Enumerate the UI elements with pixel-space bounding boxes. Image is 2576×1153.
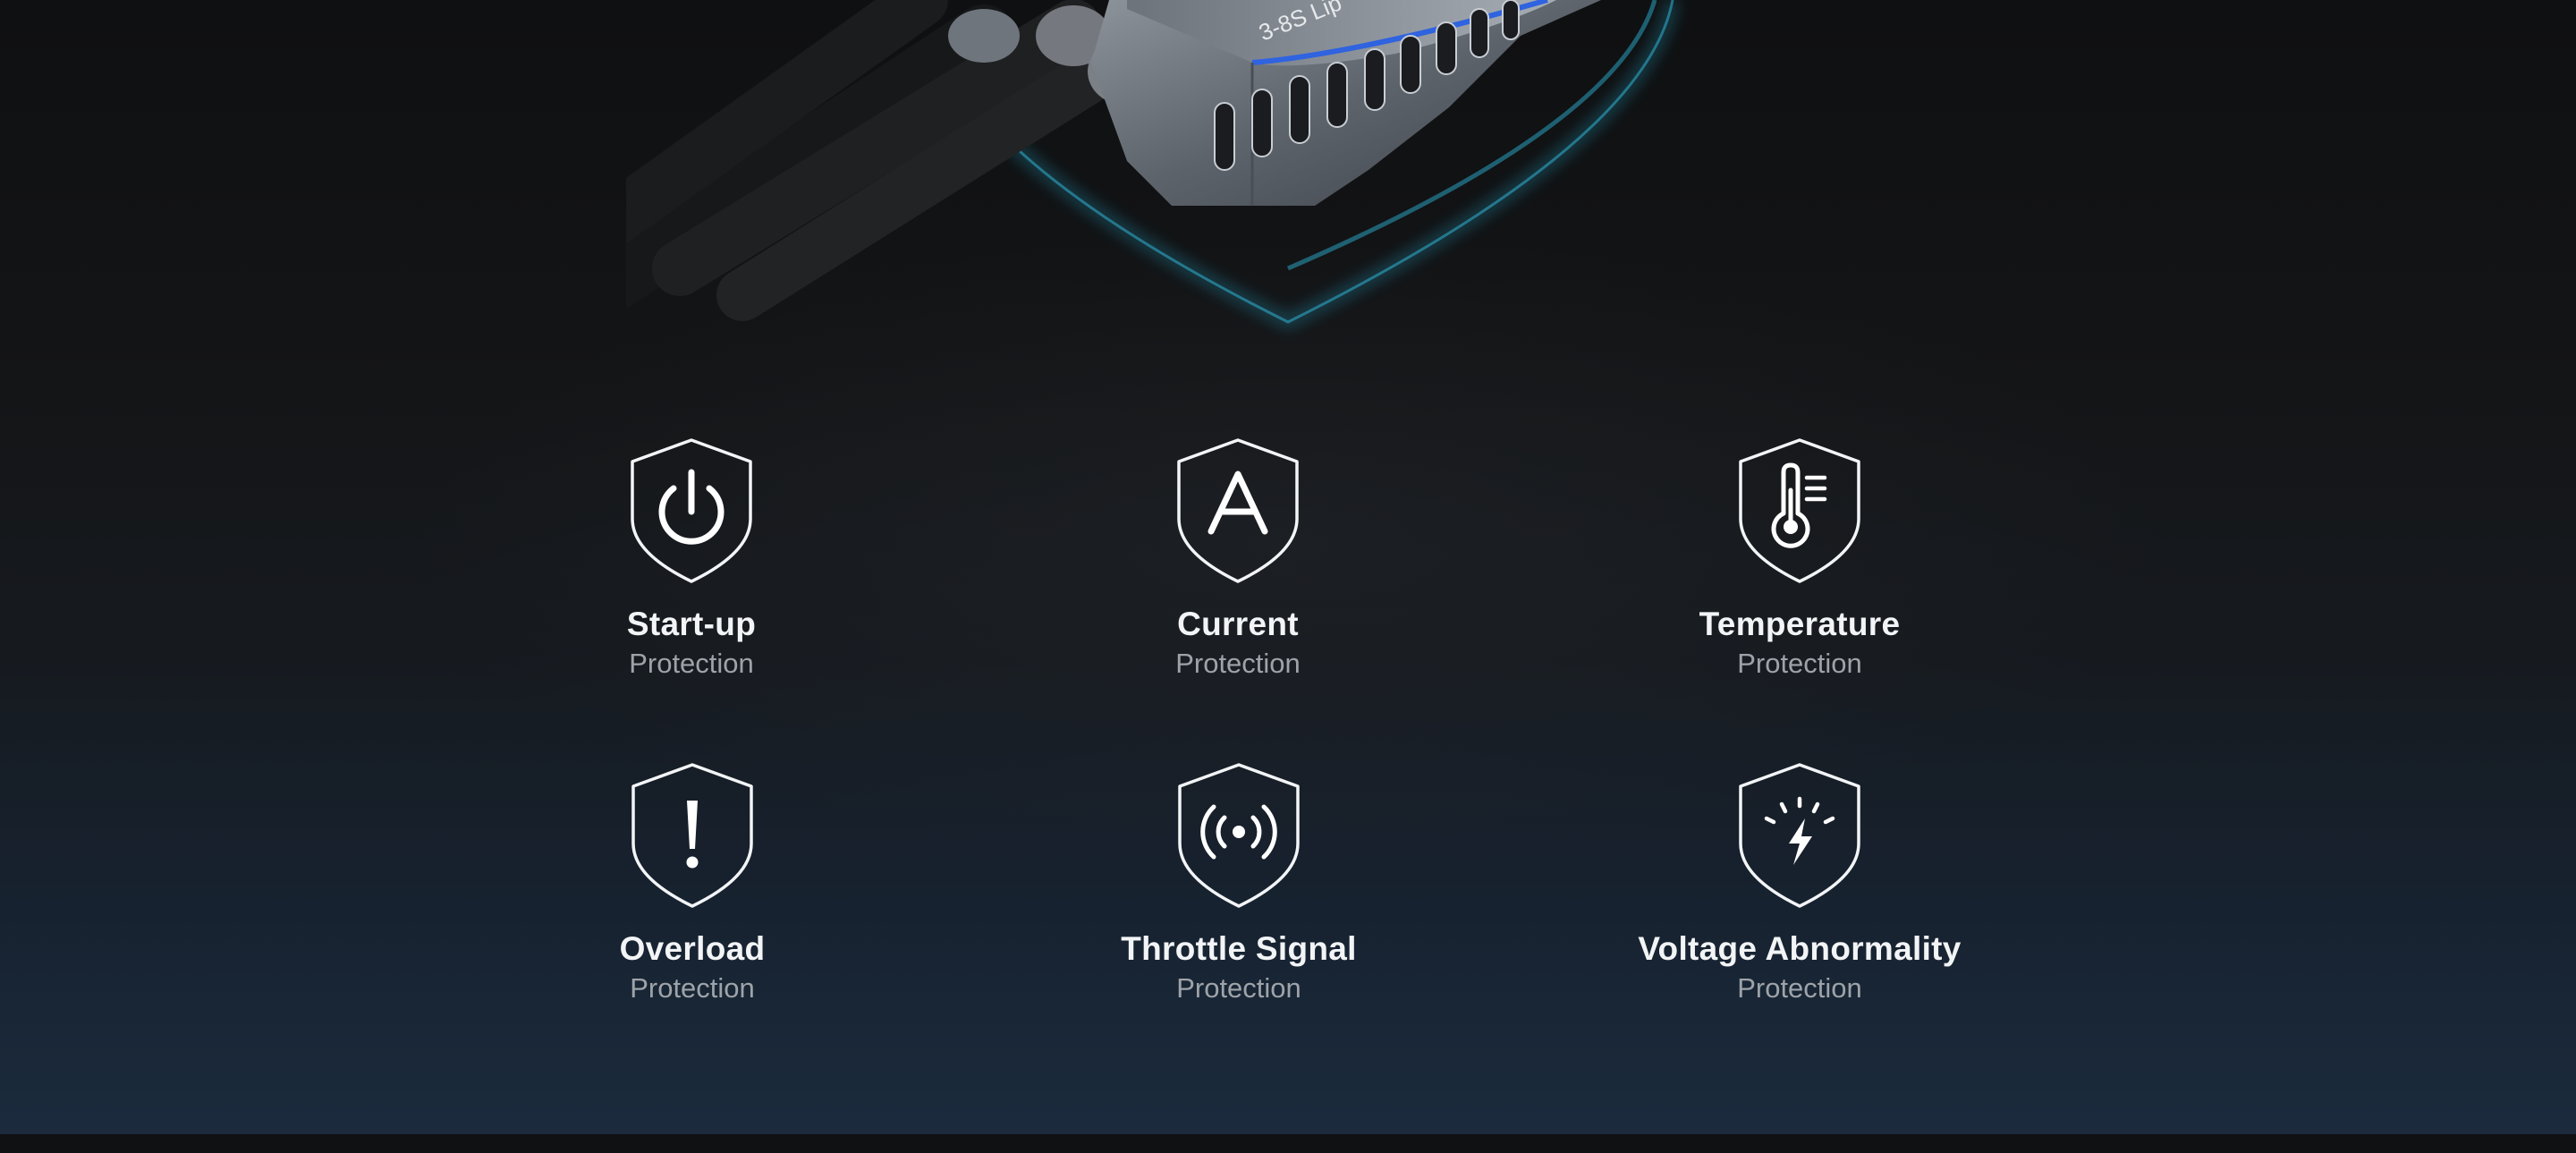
esc-cables [626,0,1166,321]
feature-subtitle: Protection [1737,648,1862,679]
feature-subtitle: Protection [1737,972,1862,1004]
thermometer-icon [1739,438,1860,583]
feature-subtitle: Protection [1175,648,1301,679]
esc-product-image: 3-8S Lip [626,0,1679,329]
feature-current: Current Protection [1050,437,1426,682]
lightning-icon [1739,763,1860,908]
feature-throttle-signal: Throttle Signal Protection [1051,761,1427,1006]
feature-subtitle: Protection [630,972,755,1004]
bottom-divider-bar [0,1134,2576,1153]
signal-icon [1178,763,1300,908]
feature-subtitle: Protection [1176,972,1301,1004]
exclamation-icon [631,763,753,908]
feature-title: Current [1177,606,1299,642]
feature-title: Temperature [1699,606,1901,642]
ampere-icon [1177,438,1299,583]
feature-subtitle: Protection [629,648,754,679]
feature-voltage-abnormality: Voltage Abnormality Protection [1612,761,1987,1006]
feature-title: Throttle Signal [1121,930,1357,967]
feature-startup: Start-up Protection [504,437,879,682]
feature-overload: Overload Protection [504,761,880,1006]
feature-title: Overload [619,930,766,967]
feature-title: Voltage Abnormality [1638,930,1962,967]
feature-temperature: Temperature Protection [1612,437,1987,682]
power-icon [631,438,752,583]
feature-title: Start-up [626,606,757,642]
